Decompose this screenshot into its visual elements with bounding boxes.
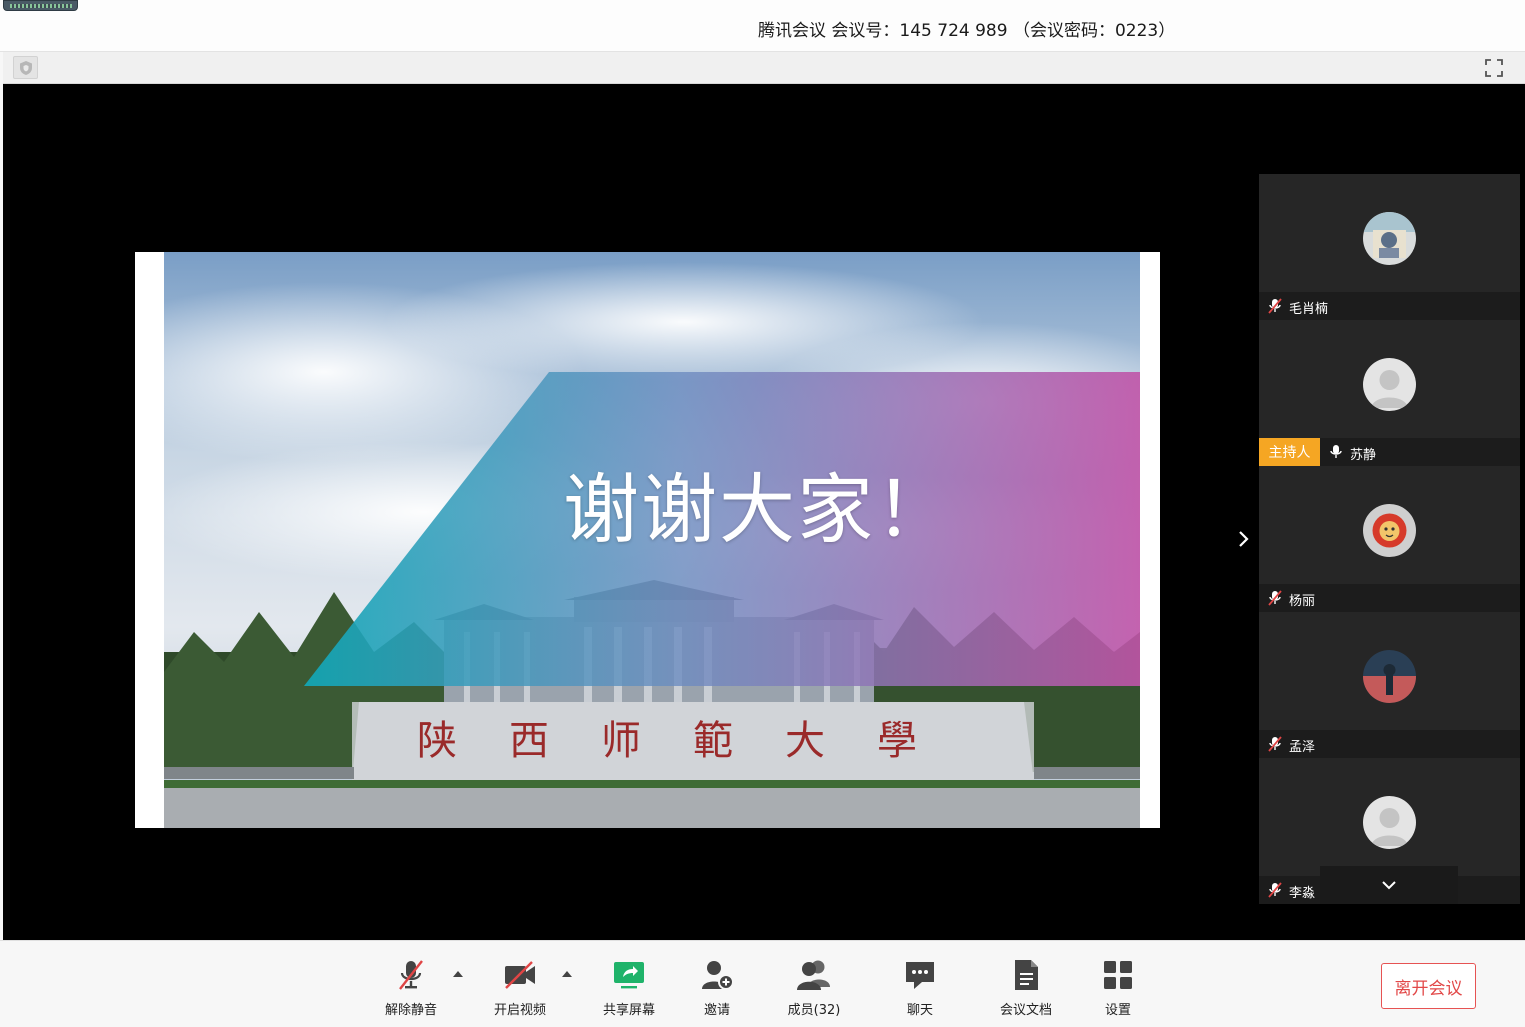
invite-label: 邀请 [703,1003,730,1018]
participant-video [1259,466,1520,584]
window-thumbnail[interactable] [3,0,78,11]
participant-avatar [1363,650,1416,703]
chevron-right-icon[interactable] [1231,527,1255,551]
participant-nameplate: 毛肖楠 [1259,292,1520,320]
mic-muted-icon [1268,590,1282,606]
chat-button[interactable]: 聊天 [882,957,958,1021]
meeting-title: 腾讯会议 会议号：145 724 989 （会议密码：0223） [758,21,1176,41]
participant-name: 李淼 [1289,886,1316,901]
start-video-button[interactable]: 开启视频 [482,957,558,1021]
chevron-down-icon [1382,881,1396,890]
invite-button[interactable]: 邀请 [679,957,755,1021]
host-badge: 主持人 [1259,438,1320,466]
participant-video [1259,758,1520,876]
participant-nameplate: 杨丽 [1259,584,1520,612]
mic-muted-icon [399,960,423,990]
participant-tile[interactable]: 主持人 苏静 [1259,320,1520,466]
title-bar: 腾讯会议 会议号：145 724 989 （会议密码：0223） [0,0,1525,52]
document-icon [1015,960,1038,990]
lion-avatar [1363,504,1416,557]
default-avatar [1363,358,1416,411]
mic-muted-icon [1268,298,1282,314]
participant-name: 毛肖楠 [1289,302,1329,317]
participant-nameplate: 孟泽 [1259,730,1520,758]
meeting-docs-button[interactable]: 会议文档 [988,957,1064,1021]
mic-muted-icon [1268,882,1282,898]
grid-settings-icon [1104,961,1132,989]
share-screen-icon [614,962,644,989]
secondary-bar [3,52,1525,84]
mic-muted-icon [1268,736,1282,752]
unmute-button[interactable]: 解除静音 [373,957,449,1021]
settings-button[interactable]: 设置 [1080,957,1156,1021]
meeting-toolbar: 解除静音 开启视频 共享屏幕 邀请 成员(32) 聊天 会议文档 设置 离开会议 [0,940,1525,1027]
participant-nameplate: 主持人 苏静 [1259,438,1520,466]
share-screen-button[interactable]: 共享屏幕 [591,957,667,1021]
caret-up-icon[interactable] [452,969,464,979]
meeting-docs-label: 会议文档 [999,1003,1052,1018]
participant-tile[interactable]: 杨丽 [1259,466,1520,612]
participant-name: 孟泽 [1289,740,1316,755]
share-screen-label: 共享屏幕 [602,1003,655,1018]
unmute-label: 解除静音 [384,1003,437,1018]
participant-video [1259,612,1520,730]
participant-tile[interactable]: 毛肖楠 [1259,174,1520,320]
members-icon [797,960,830,990]
settings-label: 设置 [1104,1003,1131,1018]
camera-off-icon [505,961,535,989]
default-avatar [1363,796,1416,849]
participant-avatar [1363,212,1416,265]
participant-video [1259,174,1520,292]
participant-name: 苏静 [1350,448,1377,463]
participant-name: 杨丽 [1289,594,1316,609]
participant-tile[interactable]: 孟泽 [1259,612,1520,758]
slide-title: 谢谢大家！ [563,465,953,554]
campus-sign-text: 陕西师範大學 [417,718,969,764]
presentation-slide: 陕西师範大學 谢谢大家！ [135,252,1160,828]
security-button[interactable] [13,56,38,79]
chat-label: 聊天 [906,1003,933,1018]
leave-meeting-button[interactable]: 离开会议 [1381,963,1476,1009]
add-user-icon [702,961,734,990]
meeting-window: 腾讯会议 会议号：145 724 989 （会议密码：0223） 陕西师範大學 … [0,0,1525,1027]
shield-icon [19,60,32,75]
gallery-scroll-down-button[interactable] [1320,866,1458,904]
fullscreen-icon [1485,59,1503,77]
start-video-label: 开启视频 [493,1003,546,1018]
members-label: 成员(32) [787,1003,841,1018]
fullscreen-button[interactable] [1481,55,1507,81]
chat-icon [906,962,934,989]
mic-icon [1330,445,1342,458]
caret-up-icon[interactable] [561,969,573,979]
members-button[interactable]: 成员(32) [776,957,852,1021]
participant-video [1259,320,1520,438]
